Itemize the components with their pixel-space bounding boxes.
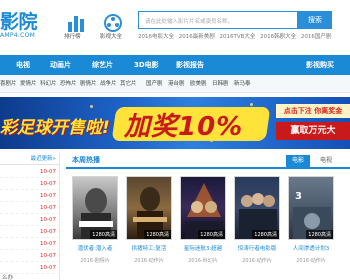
banner-title: 彩足球开售啦!	[0, 118, 110, 138]
movie-title[interactable]: 拱猪特工:复活	[126, 244, 172, 252]
genre-item[interactable]: 剧情片	[80, 75, 97, 93]
quality-badge: 1280高清	[306, 230, 333, 239]
nav-item-report[interactable]: 影视报告	[176, 55, 204, 75]
update-date: 10-07	[40, 229, 56, 235]
movie-title[interactable]: 人间渗透计划3	[288, 244, 334, 252]
list-item[interactable]: 10-07	[0, 214, 60, 226]
movie-poster[interactable]: 1280高清	[126, 176, 172, 240]
update-date: 10-07	[40, 169, 56, 175]
genre-item[interactable]: 恐怖片	[60, 75, 77, 93]
list-item[interactable]: 10-07	[0, 178, 60, 190]
sparkle-decoration	[90, 105, 93, 108]
film-reel-icon[interactable]	[103, 12, 123, 34]
recent-updates-link[interactable]: 最近更新»	[0, 153, 60, 165]
update-date: 10-07	[40, 217, 56, 223]
section-title: 本周热播	[72, 156, 100, 164]
genre-item[interactable]: 港台剧	[168, 75, 185, 93]
site-logo[interactable]: 影院	[0, 7, 38, 34]
movie-card[interactable]: 1280高清 惊涛行者电影版 2016-动作片	[234, 176, 280, 272]
movie-meta: 2016-动作片	[242, 258, 272, 264]
search-button[interactable]: 搜索	[298, 11, 332, 29]
list-item[interactable]: 10-07	[0, 166, 60, 178]
movie-title[interactable]: 惊涛行者电影版	[234, 244, 280, 252]
genre-item[interactable]: 喜剧片	[0, 75, 17, 93]
movie-meta: 2016-动作片	[296, 258, 326, 264]
banner-bonus-text: 加奖10%	[124, 112, 244, 142]
genre-item[interactable]: 新马泰	[234, 75, 251, 93]
movie-meta: 2016-动作片	[134, 258, 164, 264]
movie-poster[interactable]: 1280高清	[72, 176, 118, 240]
nav-item-3d[interactable]: 3D电影	[134, 55, 159, 75]
hot-link[interactable]: 2016国产剧	[301, 34, 332, 40]
update-date: 10-07	[40, 241, 56, 247]
genre-item[interactable]: 战争片	[100, 75, 117, 93]
bar-chart-icon[interactable]	[66, 12, 86, 34]
hot-link[interactable]: 2016TVB大全	[220, 34, 256, 40]
list-item[interactable]: 10-07	[0, 226, 60, 238]
genre-item[interactable]: 其它片	[120, 75, 137, 93]
quality-badge: 1280高清	[252, 230, 279, 239]
movie-title[interactable]: 星际迷航3:超越	[180, 244, 226, 252]
tab-movies[interactable]: 电影	[286, 155, 310, 167]
list-item-label: 么办	[2, 275, 14, 280]
genre-item[interactable]: 欧美剧	[190, 75, 207, 93]
list-item[interactable]: 么办	[0, 272, 60, 280]
quality-badge: 1280高清	[198, 230, 225, 239]
update-date: 10-07	[40, 205, 56, 211]
nav-item-variety[interactable]: 综艺片	[92, 55, 113, 75]
list-item[interactable]: 10-07	[0, 202, 60, 214]
movie-meta: 2016-科幻片	[188, 258, 218, 264]
ranking-label[interactable]: 排行榜	[64, 32, 81, 40]
movie-meta: 2016-剧情片	[80, 258, 110, 264]
nav-item-tv[interactable]: 电视	[16, 55, 30, 75]
update-date: 10-07	[40, 253, 56, 259]
genre-item[interactable]: 国产剧	[146, 75, 163, 93]
genre-item[interactable]: 爱情片	[20, 75, 37, 93]
genre-nav: 喜剧片 爱情片 科幻片 恐怖片 剧情片 战争片 其它片 国产剧 港台剧 欧美剧 …	[0, 75, 350, 93]
movie-card[interactable]: 1280高清 潜伏者:潜入者 2016-剧情片	[72, 176, 118, 272]
banner-cta-top[interactable]: 点击下注 你离奖金	[276, 104, 350, 118]
header: 影院 AMP4.COM 排行榜 影视大全 请在此处输入影片片名或演员名称。 搜索…	[0, 0, 350, 52]
quality-badge: 1280高清	[144, 230, 171, 239]
movie-title[interactable]: 潜伏者:潜入者	[72, 244, 118, 252]
sparkle-decoration	[250, 103, 253, 106]
weekly-hot-header: 本周热播 电影 电视	[66, 153, 350, 169]
hot-link[interactable]: 2016韩剧大全	[260, 34, 296, 40]
movie-poster[interactable]: 3 1280高清	[288, 176, 334, 240]
hot-link[interactable]: 2016最新美剧	[179, 34, 215, 40]
recent-updates-list: 最近更新» 10-07 10-07 10-07 10-07 10-07 10-0…	[0, 153, 60, 280]
quality-badge: 1280高清	[90, 230, 117, 239]
movie-poster[interactable]: 1280高清	[234, 176, 280, 240]
movie-card[interactable]: 1280高清 拱猪特工:复活 2016-动作片	[126, 176, 172, 272]
movie-card[interactable]: 1280高清 星际迷航3:超越 2016-科幻片	[180, 176, 226, 272]
nav-item-animation[interactable]: 动画片	[50, 55, 71, 75]
hot-links: 2016电影大全 2016最新美剧 2016TVB大全 2016韩剧大全 201…	[138, 32, 350, 40]
search-input[interactable]: 请在此处输入影片片名或演员名称。	[138, 11, 298, 29]
nav-item-purchase[interactable]: 影视购买	[306, 55, 334, 75]
all-films-label[interactable]: 影视大全	[100, 32, 122, 40]
banner-cta-button[interactable]: 赢取万元大	[276, 122, 350, 140]
tab-tv[interactable]: 电视	[314, 155, 338, 167]
movie-poster[interactable]: 1280高清	[180, 176, 226, 240]
list-item[interactable]: 10-07	[0, 190, 60, 202]
update-date: 10-07	[40, 181, 56, 187]
page: 影院 AMP4.COM 排行榜 影视大全 请在此处输入影片片名或演员名称。 搜索…	[0, 0, 350, 280]
site-logo-sub: AMP4.COM	[0, 32, 36, 39]
hot-link[interactable]: 2016电影大全	[138, 34, 174, 40]
genre-item[interactable]: 日韩剧	[212, 75, 229, 93]
genre-item[interactable]: 科幻片	[40, 75, 57, 93]
list-item[interactable]: 10-07	[0, 238, 60, 250]
update-date: 10-07	[40, 193, 56, 199]
svg-text:3: 3	[295, 191, 302, 202]
list-item[interactable]: 10-07	[0, 250, 60, 262]
movie-card[interactable]: 3 1280高清 人间渗透计划3 2016-动作片	[288, 176, 334, 272]
main-nav: 电视 动画片 综艺片 3D电影 影视报告 影视购买	[0, 55, 350, 75]
